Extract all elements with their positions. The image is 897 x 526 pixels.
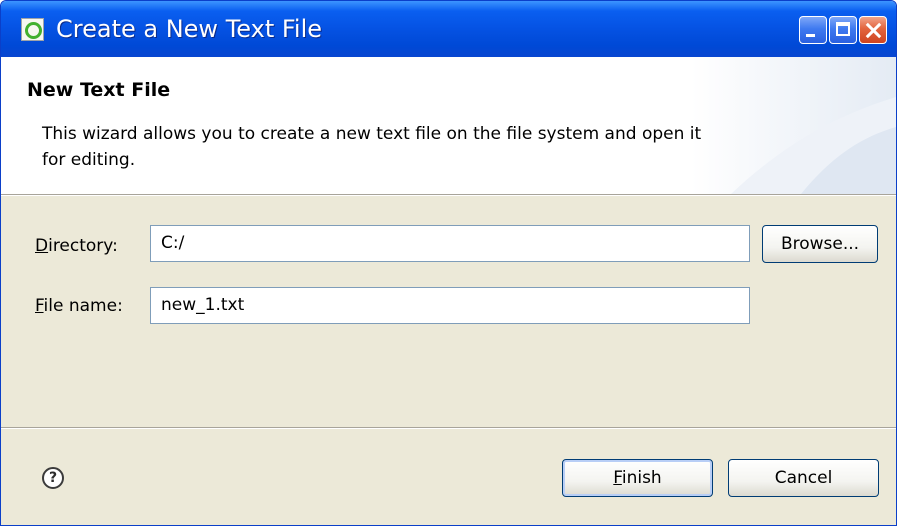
- title-bar[interactable]: Create a New Text File: [1, 1, 896, 57]
- banner-separator: [1, 194, 896, 196]
- directory-label: Directory:: [35, 235, 118, 257]
- help-icon[interactable]: ?: [42, 467, 64, 489]
- wizard-title: New Text File: [27, 79, 171, 101]
- directory-label-text: irectory:: [48, 236, 118, 256]
- minimize-icon[interactable]: [799, 16, 827, 44]
- app-icon: [21, 18, 44, 41]
- wizard-banner: New Text File This wizard allows you to …: [1, 57, 896, 194]
- cancel-button[interactable]: Cancel: [728, 459, 879, 497]
- maximize-icon[interactable]: [829, 16, 857, 44]
- browse-button[interactable]: Browse...: [762, 225, 878, 263]
- finish-label: inish: [621, 468, 662, 488]
- file-name-mnemonic: F: [35, 296, 44, 316]
- close-icon[interactable]: [859, 16, 887, 44]
- file-name-input[interactable]: new_1.txt: [150, 287, 750, 324]
- wizard-description: This wizard allows you to create a new t…: [42, 124, 702, 170]
- finish-button[interactable]: Finish: [562, 459, 713, 497]
- file-name-label-text: ile name:: [43, 296, 123, 316]
- directory-input[interactable]: C:/: [150, 225, 750, 262]
- window-title: Create a New Text File: [56, 15, 323, 43]
- file-name-label: File name:: [35, 295, 123, 317]
- dialog-window: Create a New Text File New Text File Thi…: [0, 0, 897, 526]
- footer-separator: [1, 427, 896, 429]
- directory-mnemonic: D: [35, 236, 49, 256]
- finish-mnemonic: F: [613, 468, 622, 488]
